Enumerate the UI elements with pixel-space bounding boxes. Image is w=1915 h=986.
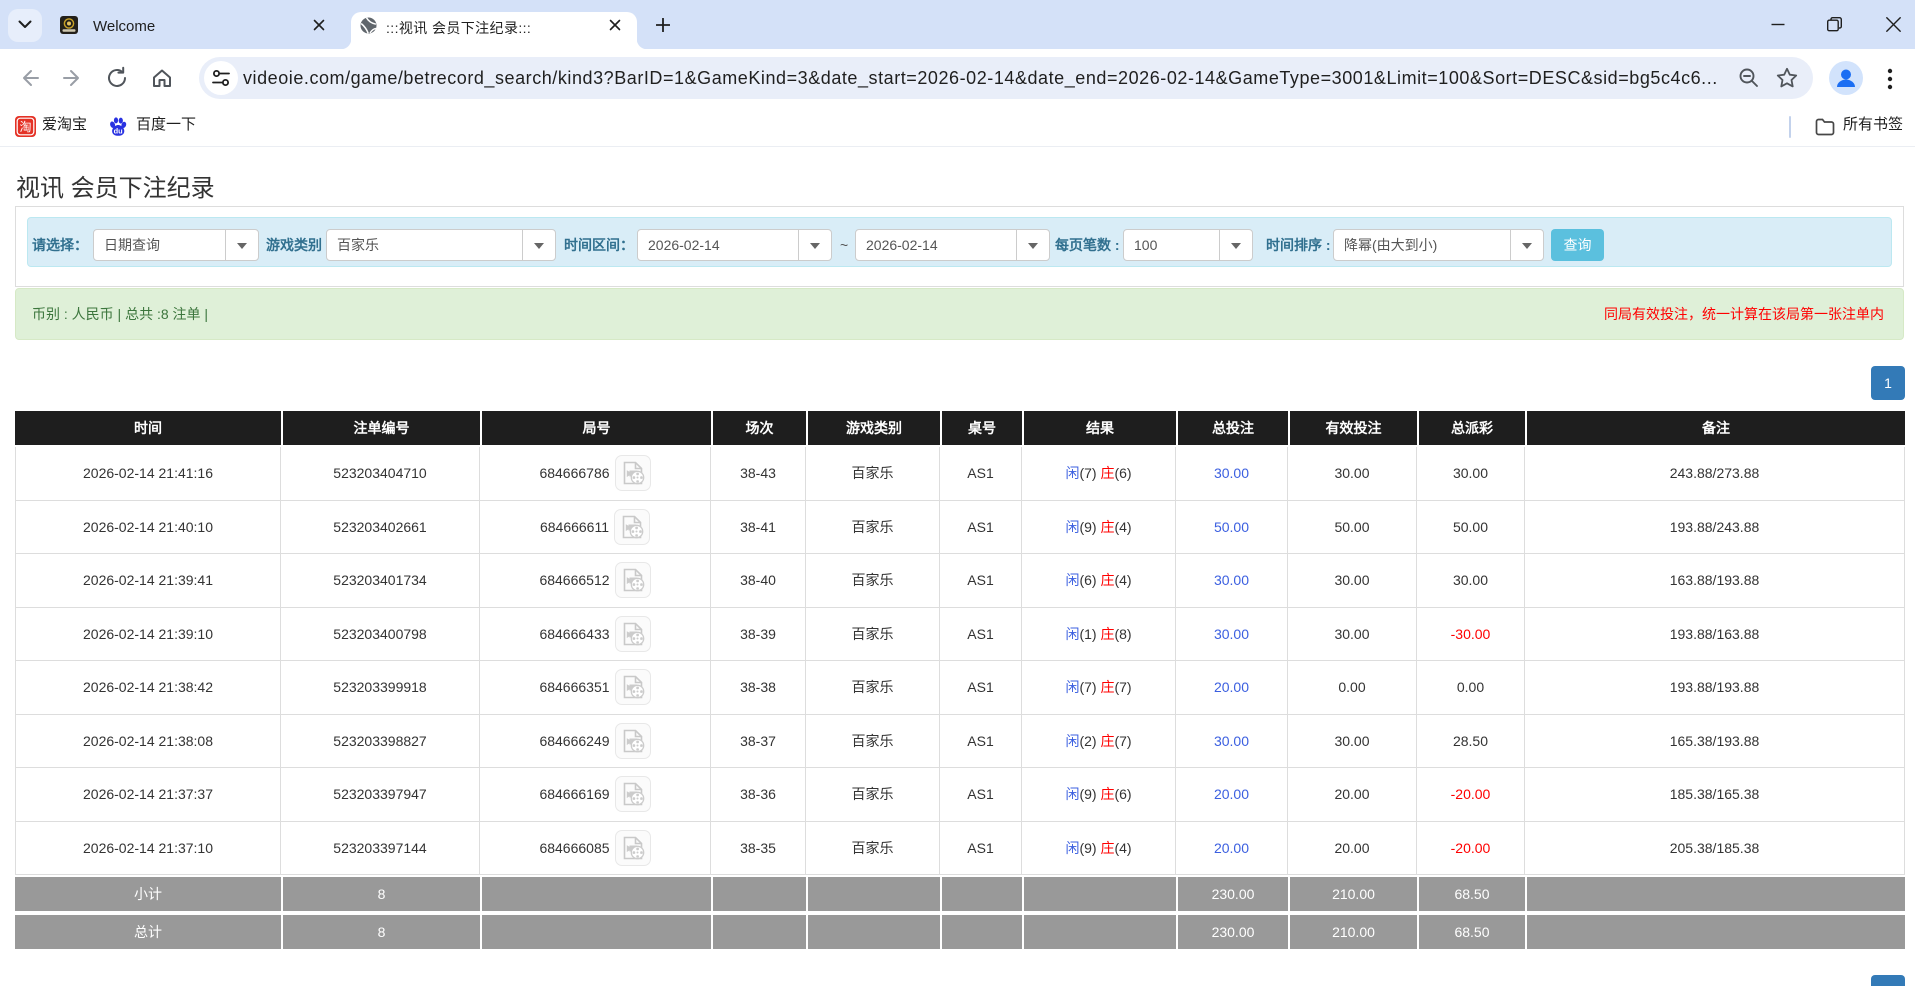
svg-text:淘: 淘 [19, 120, 31, 134]
svg-text:du: du [114, 127, 124, 136]
